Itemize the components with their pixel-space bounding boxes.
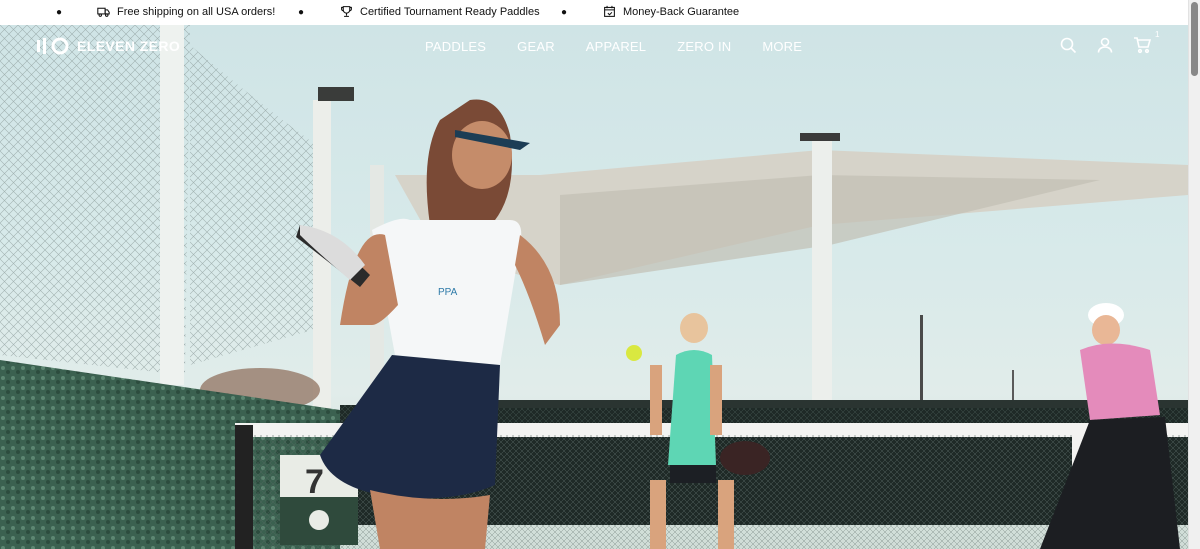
cart-button[interactable] xyxy=(1133,36,1152,54)
main-nav: PADDLES GEAR APPAREL ZERO IN MORE xyxy=(425,39,802,54)
svg-text:PPA: PPA xyxy=(438,287,458,298)
trophy-icon xyxy=(341,6,352,17)
scrollbar-thumb[interactable] xyxy=(1191,2,1198,76)
search-button[interactable] xyxy=(1059,36,1077,54)
nav-apparel[interactable]: APPAREL xyxy=(586,39,646,54)
page-scrollbar[interactable] xyxy=(1188,0,1200,549)
bullet: ● xyxy=(298,7,305,18)
user-icon xyxy=(1097,37,1113,53)
bullet: ● xyxy=(56,7,63,18)
announcement-paddles: Certified Tournament Ready Paddles xyxy=(340,5,540,18)
nav-paddles[interactable]: PADDLES xyxy=(425,39,486,54)
hero-banner: 7 PPA xyxy=(0,25,1188,549)
truck-icon xyxy=(97,7,110,17)
svg-text:7: 7 xyxy=(305,463,324,501)
nav-gear[interactable]: GEAR xyxy=(517,39,555,54)
calendar-refund-icon xyxy=(604,5,615,17)
cart-icon xyxy=(1134,37,1152,54)
announcement-text: Certified Tournament Ready Paddles xyxy=(360,5,540,18)
account-button[interactable] xyxy=(1096,36,1114,54)
cart-count-badge: 1 xyxy=(1155,30,1160,39)
announcement-shipping: Free shipping on all USA orders! xyxy=(97,5,275,18)
logo[interactable]: ELEVEN ZERO xyxy=(37,37,180,55)
announcement-bar: ● Free shipping on all USA orders! ● Cer… xyxy=(0,0,1188,25)
site-header: ELEVEN ZERO PADDLES GEAR APPAREL ZERO IN… xyxy=(0,25,1188,67)
logo-text: ELEVEN ZERO xyxy=(77,38,181,54)
announcement-guarantee: Money-Back Guarantee xyxy=(603,5,739,18)
announcement-text: Free shipping on all USA orders! xyxy=(117,5,276,18)
search-icon xyxy=(1060,37,1077,54)
hero-image: 7 PPA xyxy=(0,25,1188,549)
bullet: ● xyxy=(561,7,568,18)
nav-zero-in[interactable]: ZERO IN xyxy=(677,39,731,54)
nav-more[interactable]: MORE xyxy=(762,39,802,54)
eleven-zero-logo-icon xyxy=(37,37,69,55)
announcement-text: Money-Back Guarantee xyxy=(623,5,740,18)
